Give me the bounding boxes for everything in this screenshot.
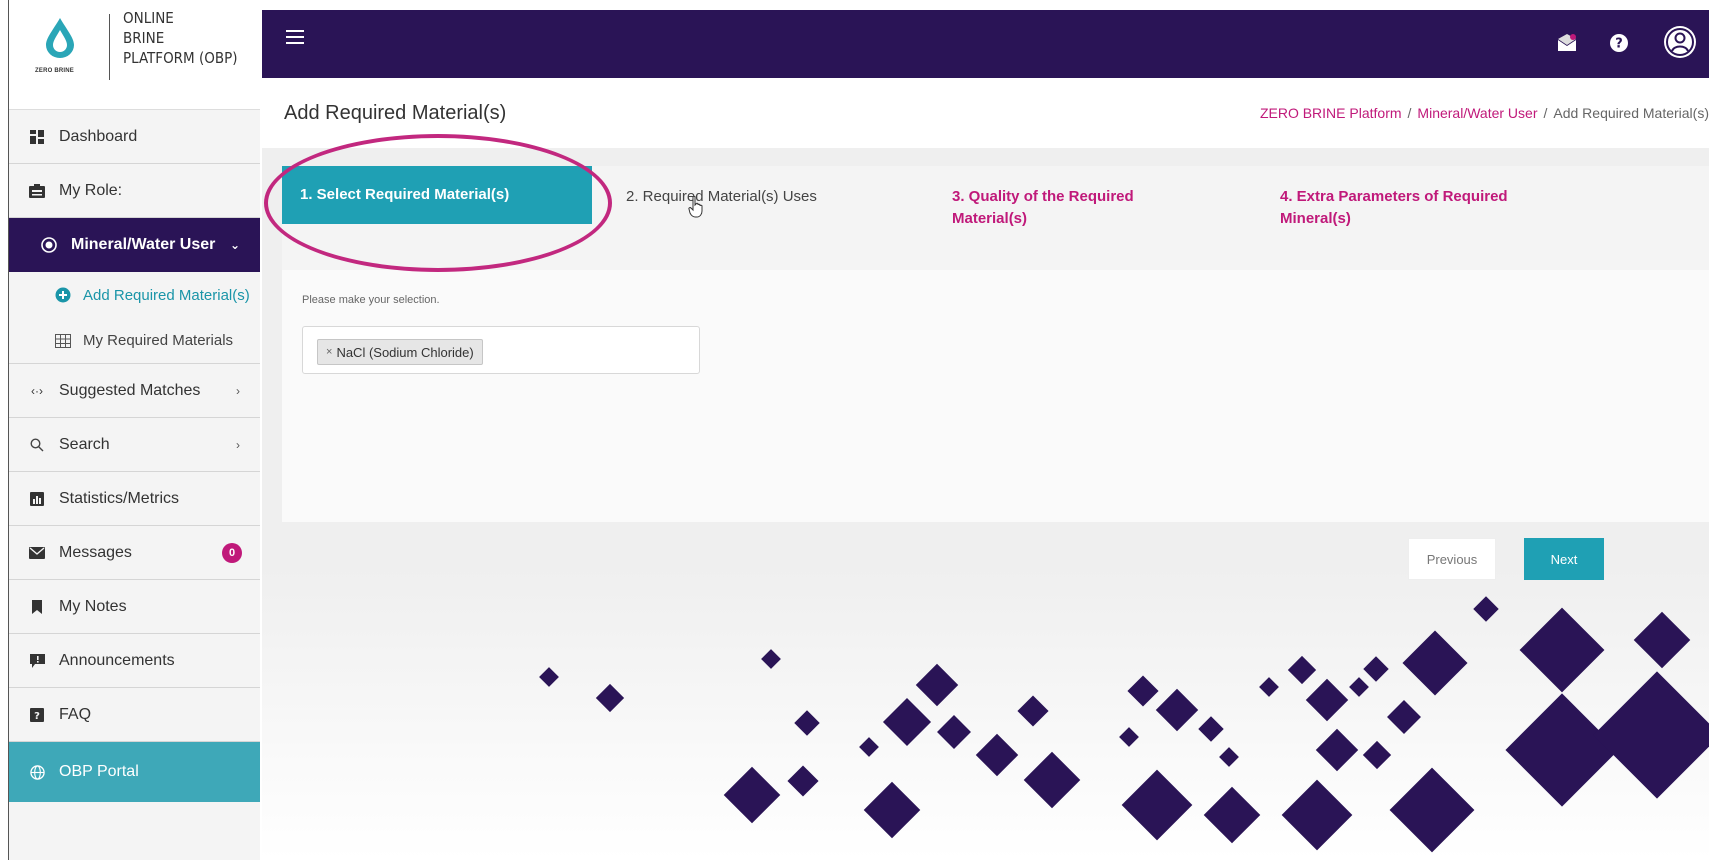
- table-grid-icon: [55, 333, 73, 348]
- sidebar: ZERO BRINE ONLINE BRINE PLATFORM (OBP) D…: [8, 0, 260, 860]
- sidebar-item-label: Add Required Material(s): [83, 286, 250, 304]
- sidebar-item-announcements[interactable]: Announcements: [9, 634, 260, 688]
- envelope-icon: [27, 546, 47, 559]
- sidebar-item-label: My Notes: [59, 597, 127, 615]
- logo-line-1: ONLINE: [123, 9, 174, 27]
- sidebar-item-dashboard[interactable]: Dashboard: [9, 110, 260, 164]
- sidebar-item-my-required-materials[interactable]: My Required Materials: [9, 318, 260, 364]
- breadcrumb-current: Add Required Material(s): [1553, 105, 1709, 121]
- hand-cursor-icon: [688, 196, 703, 218]
- tab-step-1[interactable]: 1. Select Required Material(s): [282, 166, 592, 224]
- sidebar-item-statistics[interactable]: Statistics/Metrics: [9, 472, 260, 526]
- selected-material-tag: × NaCl (Sodium Chloride): [317, 339, 483, 365]
- sidebar-item-messages[interactable]: Messages 0: [9, 526, 260, 580]
- help-icon[interactable]: ?: [1608, 32, 1630, 54]
- material-multiselect[interactable]: × NaCl (Sodium Chloride): [302, 326, 700, 374]
- sidebar-item-label: Search: [59, 435, 110, 453]
- code-arrows-icon: ‹·›: [31, 383, 43, 398]
- wizard-panel: 1. Select Required Material(s) 2. Requir…: [282, 166, 1709, 522]
- sidebar-item-suggested-matches[interactable]: ‹·› Suggested Matches ›: [9, 364, 260, 418]
- svg-text:?: ?: [34, 711, 40, 722]
- logo-small-text: ZERO BRINE: [35, 68, 75, 74]
- logo-divider: [109, 14, 110, 80]
- sidebar-item-faq[interactable]: ? FAQ: [9, 688, 260, 742]
- search-icon: [27, 437, 47, 452]
- water-drop-logo-icon: [46, 18, 74, 58]
- bookmark-icon: [27, 599, 47, 614]
- sidebar-item-label: My Required Materials: [83, 332, 234, 349]
- logo-line-2: BRINE: [123, 29, 165, 47]
- content-header: Add Required Material(s) ZERO BRINE Plat…: [262, 78, 1709, 148]
- announcement-icon: [27, 653, 47, 668]
- breadcrumb-link-role[interactable]: Mineral/Water User: [1417, 105, 1537, 121]
- remove-tag-icon[interactable]: ×: [326, 346, 332, 358]
- plus-circle-icon: [55, 287, 73, 303]
- page-title: Add Required Material(s): [284, 102, 507, 124]
- sidebar-item-mineral-water-user[interactable]: Mineral/Water User ⌄: [9, 218, 260, 272]
- id-card-icon: [27, 183, 47, 198]
- sidebar-item-add-required-materials[interactable]: Add Required Material(s): [9, 272, 260, 318]
- sidebar-item-label: FAQ: [59, 705, 92, 723]
- chevron-right-icon: ›: [236, 383, 240, 398]
- breadcrumb: ZERO BRINE Platform / Mineral/Water User / A…: [1259, 105, 1709, 121]
- sidebar-item-search[interactable]: Search ›: [9, 418, 260, 472]
- bar-chart-icon: [27, 491, 47, 506]
- sidebar-item-label: Dashboard: [59, 127, 138, 145]
- logo-line-3: PLATFORM (OBP): [123, 49, 238, 67]
- sidebar-item-label: Messages: [59, 543, 132, 561]
- chevron-down-icon: ⌄: [229, 238, 240, 252]
- chevron-right-icon: ›: [236, 437, 240, 452]
- tab-step-3[interactable]: 3. Quality of the Required Material(s): [952, 186, 1172, 230]
- question-square-icon: ?: [27, 707, 47, 722]
- top-navbar: ?: [262, 10, 1709, 78]
- sidebar-item-label: OBP Portal: [59, 763, 139, 780]
- breadcrumb-link-home[interactable]: ZERO BRINE Platform: [1260, 105, 1402, 121]
- sidebar-item-my-notes[interactable]: My Notes: [9, 580, 260, 634]
- user-avatar-icon[interactable]: [1662, 24, 1698, 60]
- messages-count-badge: 0: [222, 542, 242, 563]
- hamburger-menu-icon[interactable]: [286, 30, 304, 44]
- logo-text: ONLINE BRINE PLATFORM (OBP): [123, 8, 238, 68]
- tab-step-2[interactable]: 2. Required Material(s) Uses: [626, 186, 817, 208]
- globe-icon: [27, 764, 47, 780]
- sidebar-item-label: Suggested Matches: [59, 381, 201, 399]
- selected-material-label: NaCl (Sodium Chloride): [336, 344, 474, 360]
- sidebar-item-label: Statistics/Metrics: [59, 489, 180, 507]
- decorative-diamond-pattern: [539, 596, 1709, 853]
- sidebar-item-obp-portal[interactable]: OBP Portal: [9, 742, 260, 802]
- sidebar-item-my-role: My Role:: [9, 164, 260, 218]
- dashboard-icon: [27, 129, 47, 144]
- svg-text:?: ?: [1615, 37, 1623, 52]
- wizard-steps: 1. Select Required Material(s) 2. Requir…: [282, 166, 1709, 270]
- sidebar-item-label: My Role:: [59, 181, 123, 199]
- mail-notification-icon[interactable]: [1556, 32, 1578, 54]
- sidebar-item-label: Announcements: [59, 651, 175, 669]
- sidebar-item-label: Mineral/Water User: [71, 236, 216, 253]
- radio-dot-icon: [39, 237, 59, 253]
- selection-help-text: Please make your selection.: [302, 294, 440, 306]
- tab-step-4[interactable]: 4. Extra Parameters of Required Mineral(…: [1280, 186, 1540, 230]
- logo[interactable]: ZERO BRINE ONLINE BRINE PLATFORM (OBP): [9, 0, 260, 110]
